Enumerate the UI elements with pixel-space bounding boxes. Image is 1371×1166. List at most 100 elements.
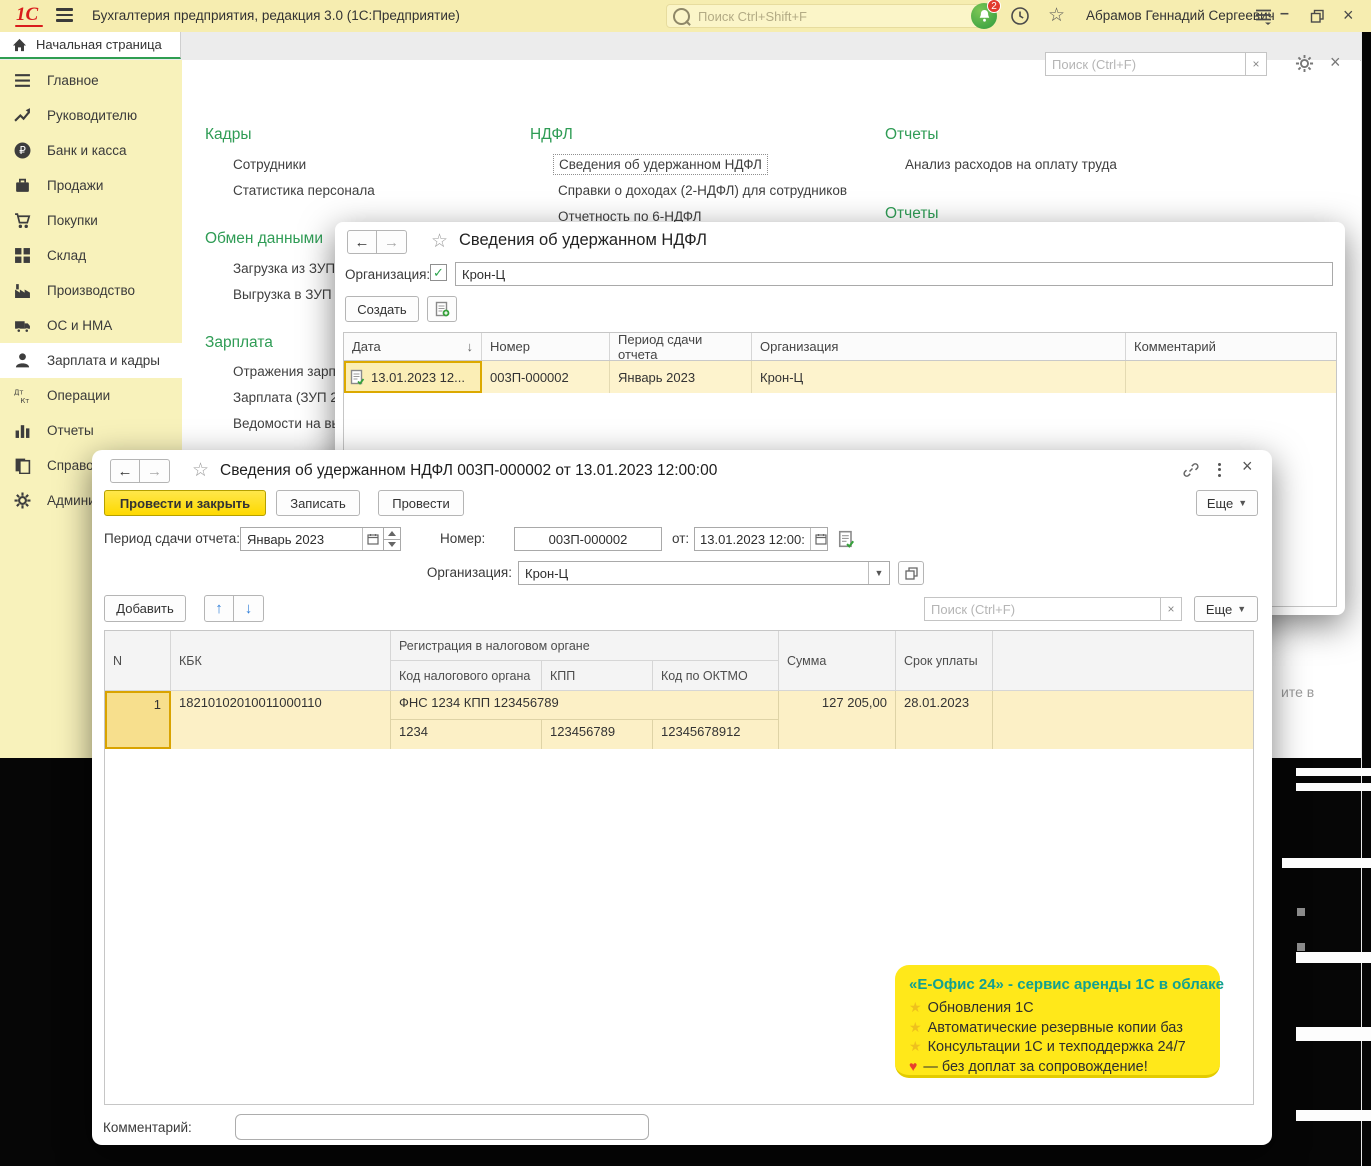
forward-button[interactable]: → <box>377 230 407 254</box>
favorite-star-icon[interactable]: ☆ <box>192 461 209 480</box>
table-more-button[interactable]: Еще▼ <box>1194 596 1258 622</box>
period-field[interactable]: Январь 2023 <box>240 527 384 551</box>
col-header-sum[interactable]: Сумма <box>779 631 896 691</box>
calendar-icon[interactable] <box>362 528 383 550</box>
clock-icon[interactable] <box>1010 6 1030 26</box>
close-document-button[interactable]: × <box>1242 456 1253 477</box>
forward-button[interactable]: → <box>140 459 170 483</box>
post-button[interactable]: Провести <box>378 490 464 516</box>
number-field[interactable]: 003П-000002 <box>514 527 662 551</box>
eofis-ad-banner[interactable]: «Е-Офис 24» - сервис аренды 1С в облаке … <box>895 965 1220 1078</box>
org-filter-checkbox[interactable]: ✓ <box>430 264 447 281</box>
link-vygruzka-zup[interactable]: Выгрузка в ЗУП <box>233 287 332 302</box>
link-svedeniya-uderzhannom-ndfl[interactable]: Сведения об удержанном НДФЛ <box>553 154 768 175</box>
col-header-due[interactable]: Срок уплаты <box>896 631 993 691</box>
col-header-org[interactable]: Организация <box>752 333 1126 360</box>
tax-table-row[interactable]: 1 18210102010011000110 ФНС 1234 КПП 1234… <box>105 691 1253 749</box>
link-spravki-2ndfl[interactable]: Справки о доходах (2-НДФЛ) для сотрудник… <box>558 183 847 198</box>
back-button[interactable]: ← <box>347 230 377 254</box>
sidebar-item-otchety[interactable]: Отчеты <box>0 413 182 448</box>
create-copy-button[interactable] <box>427 296 457 322</box>
favorite-star-icon[interactable]: ☆ <box>431 232 448 251</box>
col-header-reg-group[interactable]: Регистрация в налоговом органе <box>391 631 779 661</box>
col-header-kbk[interactable]: КБК <box>171 631 391 691</box>
sidebar-item-proizvodstvo[interactable]: Производство <box>0 273 182 308</box>
more-button[interactable]: Еще▼ <box>1196 490 1258 516</box>
sidebar-item-zarplata-kadry[interactable]: Зарплата и кадры <box>0 343 182 378</box>
close-window-button[interactable]: × <box>1343 6 1354 24</box>
chain-icon[interactable] <box>1182 461 1200 479</box>
cell-kbk[interactable]: 18210102010011000110 <box>171 691 391 749</box>
cell-reg-code[interactable]: 1234 <box>391 720 542 749</box>
cell-empty[interactable] <box>993 691 1253 749</box>
sidebar-item-prodazhi[interactable]: Продажи <box>0 168 182 203</box>
clear-search-button[interactable]: × <box>1245 52 1267 76</box>
link-analiz-rashodov[interactable]: Анализ расходов на оплату труда <box>905 157 1117 172</box>
chevron-down-icon[interactable]: ▼ <box>868 562 889 584</box>
org-combo-field[interactable]: Крон-Ц ▼ <box>518 561 890 585</box>
link-sotrudniki[interactable]: Сотрудники <box>233 157 306 172</box>
cell-period[interactable]: Январь 2023 <box>610 361 752 393</box>
bell-icon[interactable]: 2 <box>971 3 997 29</box>
cell-kpp[interactable]: 123456789 <box>542 720 653 749</box>
cell-oktmo[interactable]: 12345678912 <box>653 720 779 749</box>
col-header-kpp[interactable]: КПП <box>542 661 653 691</box>
sidebar-item-bank-kassa[interactable]: ₽ Банк и касса <box>0 133 182 168</box>
col-header-number[interactable]: Номер <box>482 333 610 360</box>
date-field[interactable]: 13.01.2023 12:00: <box>694 527 828 551</box>
cell-due[interactable]: 28.01.2023 <box>896 691 993 749</box>
create-button[interactable]: Создать <box>345 296 419 322</box>
cell-date[interactable]: 13.01.2023 12... <box>344 361 482 393</box>
sidebar-item-rukovoditelyu[interactable]: Руководителю <box>0 98 182 133</box>
add-row-button[interactable]: Добавить <box>104 595 186 622</box>
clear-search-button[interactable]: × <box>1160 597 1182 621</box>
restore-button[interactable] <box>1310 9 1325 23</box>
table-search-input[interactable] <box>924 597 1160 621</box>
link-zagruzka-zup[interactable]: Загрузка из ЗУП <box>233 261 335 276</box>
sidebar-item-os-nma[interactable]: ОС и НМА <box>0 308 182 343</box>
col-header-n[interactable]: N <box>105 631 171 691</box>
service-menu-icon[interactable] <box>1255 8 1273 25</box>
cell-number[interactable]: 003П-000002 <box>482 361 610 393</box>
post-and-close-button[interactable]: Провести и закрыть <box>104 490 266 516</box>
move-down-button[interactable]: ↓ <box>234 595 264 622</box>
user-name[interactable]: Абрамов Геннадий Сергеевич <box>1086 8 1275 23</box>
back-button[interactable]: ← <box>110 459 140 483</box>
col-header-reg-code[interactable]: Код налогового органа <box>391 661 542 691</box>
table-search[interactable]: × <box>924 597 1182 621</box>
sidebar-item-glavnoe[interactable]: Главное <box>0 63 182 98</box>
sidebar-item-pokupki[interactable]: Покупки <box>0 203 182 238</box>
col-header-date[interactable]: Дата↓ <box>344 333 482 360</box>
sidebar-item-sklad[interactable]: Склад <box>0 238 182 273</box>
tab-home[interactable]: Начальная страница <box>0 32 181 59</box>
cell-n[interactable]: 1 <box>105 691 171 749</box>
link-vedomosti[interactable]: Ведомости на вы <box>233 416 341 431</box>
hamburger-icon[interactable] <box>56 8 73 25</box>
page-search[interactable]: × <box>1045 52 1267 76</box>
col-header-oktmo[interactable]: Код по ОКТМО <box>653 661 779 691</box>
link-otrazheniya-zarplaty[interactable]: Отражения зарпл <box>233 364 344 379</box>
write-button[interactable]: Записать <box>276 490 360 516</box>
move-up-button[interactable]: ↑ <box>204 595 234 622</box>
minimize-button[interactable]: – <box>1280 6 1289 22</box>
page-search-input[interactable] <box>1045 52 1245 76</box>
cell-reg[interactable]: ФНС 1234 КПП 123456789 <box>391 691 779 720</box>
calendar-icon[interactable] <box>810 528 831 550</box>
cell-comment[interactable] <box>1126 361 1336 393</box>
col-header-period[interactable]: Период сдачи отчета <box>610 333 752 360</box>
cell-org[interactable]: Крон-Ц <box>752 361 1126 393</box>
open-org-button[interactable] <box>898 561 924 585</box>
favorites-star-icon[interactable]: ☆ <box>1048 6 1065 25</box>
global-search-input[interactable] <box>696 8 977 25</box>
sidebar-item-operacii[interactable]: ДтКт Операции <box>0 378 182 413</box>
cell-sum[interactable]: 127 205,00 <box>779 691 896 749</box>
kebab-icon[interactable] <box>1218 460 1221 479</box>
period-spinner[interactable] <box>384 527 401 551</box>
document-row[interactable]: 13.01.2023 12... 003П-000002 Январь 2023… <box>344 361 1336 393</box>
link-zarplata-zup[interactable]: Зарплата (ЗУП 2. <box>233 390 342 405</box>
org-filter-field[interactable]: Крон-Ц <box>455 262 1333 286</box>
link-statistika-personala[interactable]: Статистика персонала <box>233 183 375 198</box>
page-close-button[interactable]: × <box>1330 52 1341 73</box>
comment-field[interactable] <box>235 1114 649 1140</box>
global-search[interactable] <box>666 4 984 28</box>
